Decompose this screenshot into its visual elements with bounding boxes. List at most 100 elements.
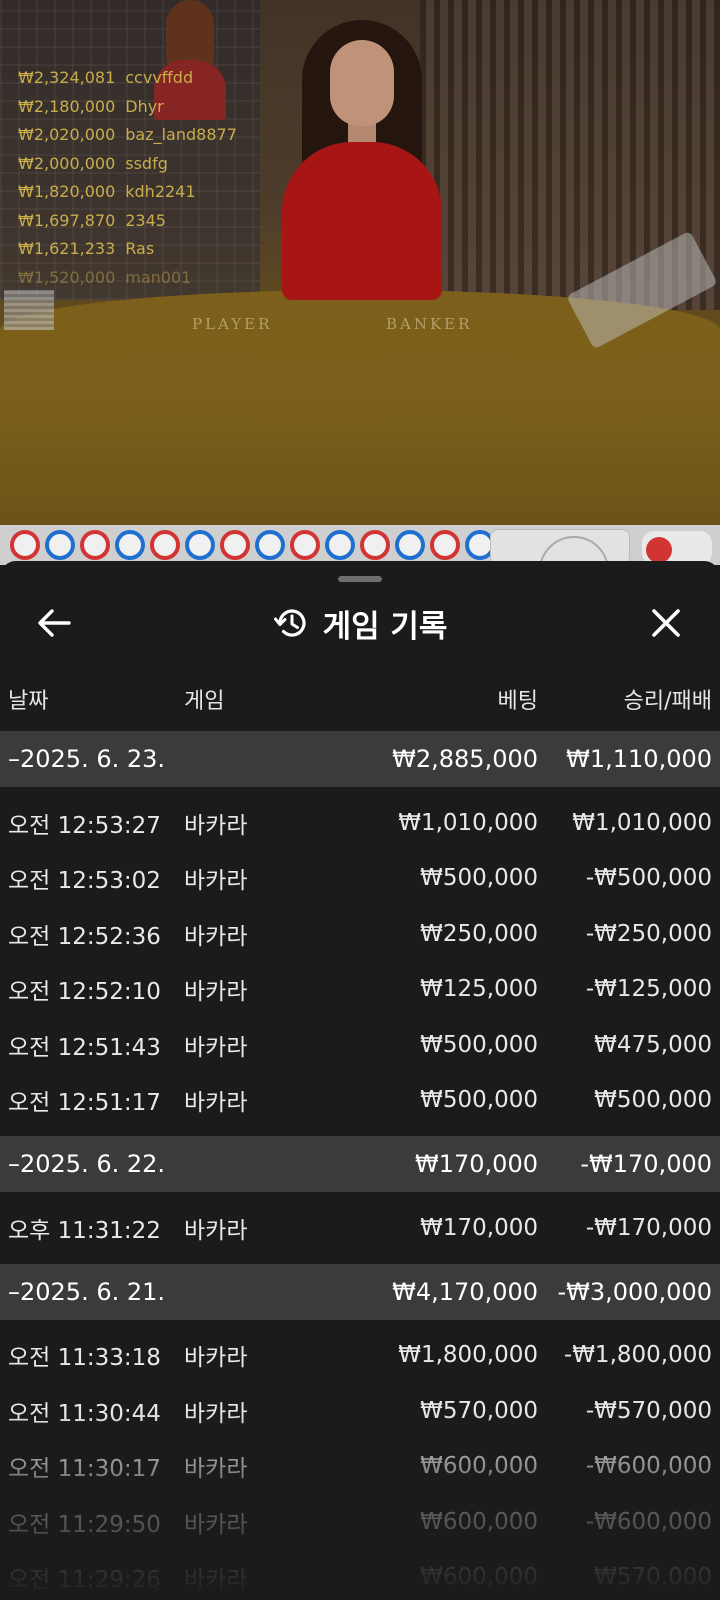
row-game: 바카라 (184, 1567, 248, 1594)
player-bead (45, 530, 75, 560)
close-icon (652, 609, 680, 637)
row-time: 오전 12:51:17 (8, 1090, 161, 1117)
history-row[interactable]: 오전 11:33:18 바카라 ₩1,800,000 -₩1,800,000 (0, 1328, 720, 1384)
row-bet: ₩600,000 (420, 1453, 538, 1480)
group-date: –2025. 6. 23. (8, 745, 166, 773)
leaderboard-name: man001 (125, 267, 192, 287)
history-list[interactable]: –2025. 6. 23. ₩2,885,000 ₩1,110,000 오전 12:5… (0, 731, 720, 1600)
row-result: -₩250,000 (585, 920, 712, 947)
prediction-badge[interactable] (642, 531, 712, 565)
leaderboard-row: ₩2,180,000 Dhyr (18, 93, 237, 122)
history-row[interactable]: 오전 12:52:36 바카라 ₩250,000 -₩250,000 (0, 906, 720, 962)
group-result-total: -₩170,000 (580, 1150, 712, 1178)
arrow-left-icon (38, 609, 71, 637)
player-bead (395, 530, 425, 560)
row-game: 바카라 (184, 868, 248, 895)
leaderboard-row: ₩1,520,000 man001 (18, 264, 237, 293)
date-group-header[interactable]: –2025. 6. 22. ₩170,000 -₩170,000 (0, 1136, 720, 1192)
history-row[interactable]: 오전 11:30:44 바카라 ₩570,000 -₩570,000 (0, 1383, 720, 1439)
banker-dot-icon (646, 537, 672, 563)
back-button[interactable] (28, 597, 80, 649)
row-game: 바카라 (184, 1034, 248, 1061)
leaderboard-name: kdh2241 (125, 182, 196, 201)
sheet-header: 게임 기록 (0, 583, 720, 663)
leaderboard-amount: ₩2,180,000 (18, 96, 116, 116)
bead-road (10, 530, 490, 565)
row-game: 바카라 (184, 923, 248, 950)
row-result: -₩1,800,000 (563, 1342, 712, 1369)
banker-bead (80, 530, 110, 560)
group-bet-total: ₩170,000 (415, 1150, 538, 1178)
leaderboard-name: Dhyr (125, 96, 164, 116)
row-game: 바카라 (184, 1400, 248, 1427)
row-result: -₩500,000 (585, 865, 712, 892)
history-row[interactable]: 오전 11:29:50 바카라 ₩600,000 -₩600,000 (0, 1494, 720, 1550)
leaderboard-row: ₩2,324,081 ccvvffdd (18, 64, 237, 93)
game-history-sheet: 게임 기록 날짜 게임 베팅 승리/패배 –2025. 6. 23. ₩2,885… (0, 561, 720, 1600)
row-result: -₩600,000 (585, 1453, 712, 1480)
row-game: 바카라 (184, 1511, 248, 1538)
player-bead (325, 530, 355, 560)
live-video-stream: PLAYER BANKER ₩2,324,081 ccvvffdd ₩2,180,0… (0, 0, 720, 525)
group-date: –2025. 6. 21. (8, 1277, 166, 1306)
row-time: 오전 12:53:27 (8, 812, 161, 839)
history-row[interactable]: 오전 12:52:10 바카라 ₩125,000 -₩125,000 (0, 962, 720, 1018)
column-game: 게임 (184, 689, 225, 714)
row-bet: ₩600,000 (420, 1508, 538, 1535)
player-bead (115, 530, 145, 560)
column-date: 날짜 (8, 689, 49, 714)
history-row[interactable]: 오전 11:29:26 바카라 ₩600,000 ₩570,000 (0, 1550, 720, 1600)
banker-bead (290, 530, 320, 560)
history-row[interactable]: 오전 12:51:43 바카라 ₩500,000 ₩475,000 (0, 1017, 720, 1073)
row-bet: ₩500,000 (420, 865, 538, 892)
row-bet: ₩570,000 (420, 1397, 538, 1424)
history-row[interactable]: 오전 12:53:27 바카라 ₩1,010,000 ₩1,010,000 (0, 795, 720, 851)
row-bet: ₩170,000 (420, 1214, 538, 1241)
row-bet: ₩1,010,000 (398, 809, 538, 836)
row-result: ₩475,000 (594, 1031, 712, 1058)
row-time: 오전 11:30:17 (8, 1456, 161, 1483)
row-game: 바카라 (184, 979, 248, 1006)
leaderboard-name: baz_land8877 (125, 125, 237, 144)
leaderboard-row: ₩1,621,233 Ras (18, 235, 237, 264)
close-button[interactable] (640, 597, 692, 649)
leaderboard-amount: ₩2,000,000 (18, 153, 116, 173)
banker-bead (220, 530, 250, 560)
history-row[interactable]: 오전 12:53:02 바카라 ₩500,000 -₩500,000 (0, 851, 720, 907)
row-time: 오후 11:31:22 (8, 1217, 161, 1244)
group-date: –2025. 6. 22. (8, 1150, 166, 1178)
row-time: 오전 12:51:43 (8, 1034, 161, 1061)
row-bet: ₩500,000 (420, 1087, 538, 1114)
row-result: -₩600,000 (585, 1508, 712, 1535)
leaderboard-name: ccvvffdd (125, 68, 194, 87)
history-row[interactable]: 오후 11:31:22 바카라 ₩170,000 -₩170,000 (0, 1200, 720, 1256)
row-time: 오전 11:29:26 (8, 1567, 161, 1594)
column-headers: 날짜 게임 베팅 승리/패배 (0, 673, 720, 721)
row-bet: ₩1,800,000 (398, 1342, 538, 1369)
row-result: -₩125,000 (585, 976, 712, 1003)
row-bet: ₩125,000 (420, 976, 538, 1003)
row-bet: ₩250,000 (420, 920, 538, 947)
leaderboard-amount: ₩1,520,000 (18, 267, 116, 287)
date-group-header[interactable]: –2025. 6. 21. ₩4,170,000 -₩3,000,000 (0, 1263, 720, 1320)
date-group-header[interactable]: –2025. 6. 23. ₩2,885,000 ₩1,110,000 (0, 731, 720, 787)
leaderboard-amount: ₩2,020,000 (18, 125, 116, 144)
group-result-total: ₩1,110,000 (566, 745, 712, 773)
row-time: 오전 12:53:02 (8, 868, 161, 895)
row-game: 바카라 (184, 1345, 248, 1372)
row-time: 오전 11:30:44 (8, 1400, 161, 1427)
row-time: 오전 12:52:36 (8, 923, 161, 950)
banker-bead (150, 530, 180, 560)
drag-handle[interactable] (338, 576, 382, 582)
row-time: 오전 11:29:50 (8, 1511, 161, 1538)
leaderboard-name: Ras (125, 239, 155, 258)
road-strip[interactable] (0, 525, 720, 606)
leaderboard-row: ₩1,697,870 2345 (18, 207, 237, 236)
banker-bead (360, 530, 390, 560)
history-row[interactable]: 오전 11:30:17 바카라 ₩600,000 -₩600,000 (0, 1439, 720, 1495)
history-row[interactable]: 오전 12:51:17 바카라 ₩500,000 ₩500,000 (0, 1073, 720, 1129)
row-result: ₩570,000 (594, 1564, 712, 1591)
row-time: 오전 11:33:18 (8, 1345, 161, 1372)
row-result: -₩570,000 (585, 1397, 712, 1424)
row-result: ₩500,000 (594, 1087, 712, 1114)
